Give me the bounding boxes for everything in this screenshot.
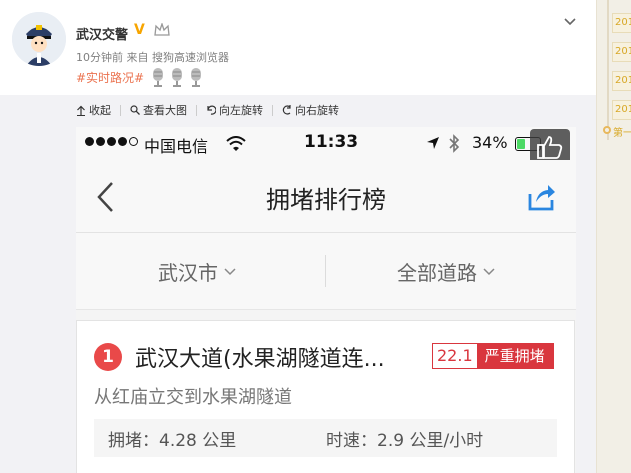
- signal-dot: [118, 137, 127, 146]
- view-large-button[interactable]: 查看大图: [130, 102, 192, 118]
- timeline-year[interactable]: 201: [612, 71, 631, 91]
- signal-dot: [129, 137, 138, 146]
- view-large-label: 查看大图: [143, 104, 187, 117]
- timeline-year[interactable]: 201: [612, 13, 631, 33]
- timeline-bullet: [603, 126, 611, 134]
- bluetooth-icon: [449, 134, 460, 153]
- location-arrow-icon: [427, 137, 439, 149]
- road-filter-label: 全部道路: [397, 261, 477, 285]
- app-screenshot-image[interactable]: 中国电信 11:33 34% 拥堵排行榜 武汉市 全部道路 1 武汉大道(水果湖…: [76, 127, 576, 473]
- rotate-right-button[interactable]: 向右旋转: [282, 102, 344, 118]
- signal-dot: [96, 137, 105, 146]
- battery-percent: 34%: [472, 133, 508, 152]
- timeline-sidebar: 201 201 201 201 第一: [596, 0, 631, 473]
- road-filter[interactable]: 全部道路: [397, 257, 495, 286]
- chevron-down-icon[interactable]: [562, 14, 578, 30]
- toolbar-divider: [120, 104, 121, 116]
- signal-dot: [107, 137, 116, 146]
- rotate-left-icon: [207, 105, 216, 115]
- rotate-right-icon: [282, 105, 291, 115]
- carrier-label: 中国电信: [144, 137, 209, 156]
- timeline-line: [607, 0, 609, 140]
- congestion-index-badge: 22.1 严重拥堵: [432, 343, 554, 369]
- crown-icon: [154, 23, 170, 36]
- filter-bar: 武汉市 全部道路: [76, 233, 576, 310]
- search-icon: [130, 105, 140, 115]
- page-title: 拥堵排行榜: [266, 186, 386, 214]
- toolbar-divider: [272, 104, 273, 116]
- username[interactable]: 武汉交警: [76, 24, 128, 43]
- collapse-label: 收起: [89, 104, 111, 117]
- road-stats: 拥堵：4.28 公里 时速：2.9 公里/小时: [94, 419, 557, 457]
- congestion-index: 22.1: [433, 344, 477, 368]
- timeline-more[interactable]: 第一: [613, 124, 631, 139]
- collapse-icon: [77, 105, 85, 116]
- collapse-button[interactable]: 收起: [76, 102, 116, 118]
- post-meta: 10分钟前 来自 搜狗高速浏览器: [76, 51, 229, 64]
- ranking-card[interactable]: 1 武汉大道(水果湖隧道连... 22.1 严重拥堵 从红庙立交到水果湖隧道 拥…: [76, 320, 575, 473]
- filter-divider: [325, 255, 326, 287]
- phone-status-bar: 中国电信 11:33 34%: [76, 127, 576, 165]
- battery-level: [517, 139, 525, 149]
- chevron-down-icon: [224, 267, 236, 275]
- signal-dot: [85, 137, 94, 146]
- topic-link[interactable]: #实时路况#: [76, 69, 144, 86]
- post-text: #实时路况#: [76, 66, 207, 88]
- road-section: 从红庙立交到水果湖隧道: [94, 387, 292, 408]
- timeline-year[interactable]: 201: [612, 100, 631, 120]
- signal-strength: [85, 137, 138, 146]
- clock: 11:33: [304, 132, 359, 152]
- rank-badge: 1: [94, 343, 122, 371]
- rotate-left-button[interactable]: 向左旋转: [206, 102, 268, 118]
- thumbs-up-icon: [537, 136, 563, 159]
- microphone-emoji-icon: [153, 68, 164, 87]
- police-avatar-icon: [12, 12, 66, 66]
- rotate-right-label: 向右旋转: [295, 104, 339, 117]
- wifi-icon: [226, 136, 246, 151]
- image-toolbar: 收起 查看大图 向左旋转 向右旋转: [76, 95, 344, 125]
- avatar[interactable]: [12, 12, 66, 66]
- rotate-left-label: 向左旋转: [219, 104, 263, 117]
- city-filter[interactable]: 武汉市: [158, 257, 236, 286]
- city-filter-label: 武汉市: [158, 261, 218, 285]
- road-name: 武汉大道(水果湖隧道连...: [135, 347, 385, 372]
- microphone-emoji-icon: [191, 68, 202, 87]
- speed: 时速：2.9 公里/小时: [326, 431, 484, 451]
- microphone-emoji-icon: [172, 68, 183, 87]
- app-nav-bar: 拥堵排行榜: [76, 160, 576, 233]
- toolbar-divider: [196, 104, 197, 116]
- timeline-year[interactable]: 201: [612, 42, 631, 62]
- chevron-down-icon: [483, 267, 495, 275]
- post-header: 武汉交警 V 10分钟前 来自 搜狗高速浏览器 #实时路况#: [0, 0, 596, 95]
- jam-length: 拥堵：4.28 公里: [108, 431, 237, 451]
- share-icon[interactable]: [526, 180, 556, 212]
- congestion-status: 严重拥堵: [476, 344, 553, 368]
- verified-icon: V: [134, 22, 145, 38]
